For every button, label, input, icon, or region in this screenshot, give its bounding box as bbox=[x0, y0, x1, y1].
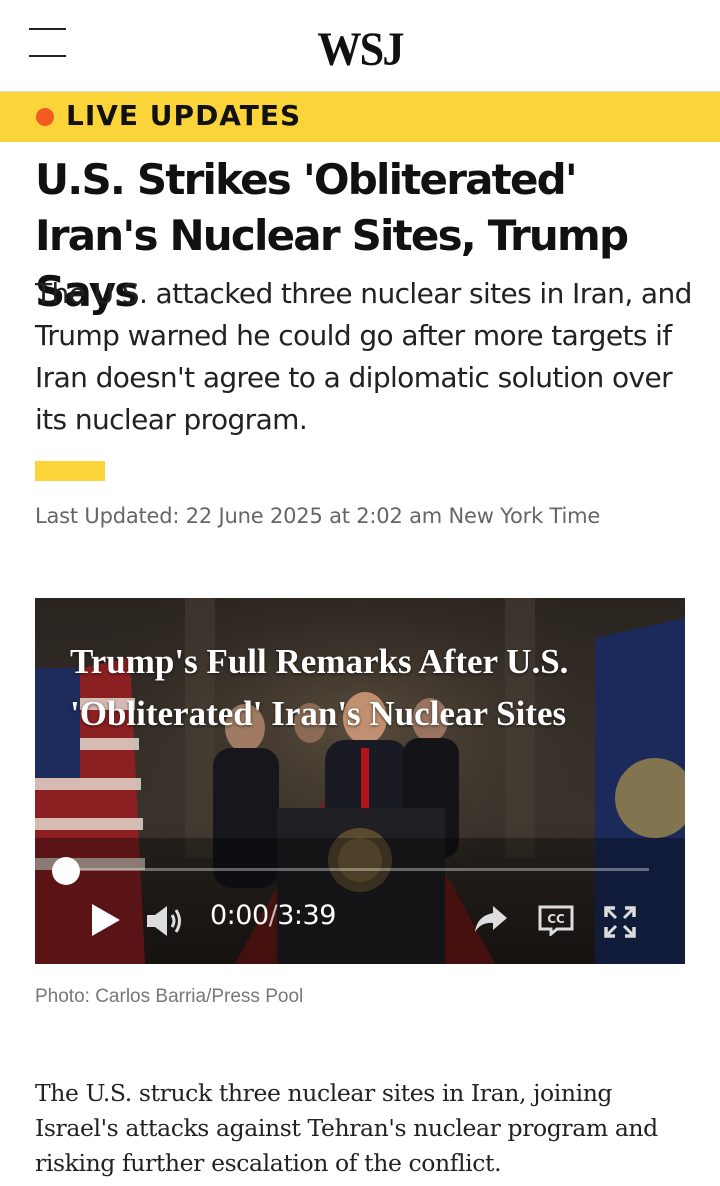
wsj-logo[interactable]: WSJ bbox=[29, 22, 691, 77]
accent-divider bbox=[35, 461, 105, 481]
video-duration: 3:39 bbox=[277, 900, 336, 931]
volume-icon[interactable] bbox=[145, 904, 185, 938]
live-updates-label: LIVE UPDATES bbox=[66, 99, 302, 132]
fullscreen-icon[interactable] bbox=[604, 906, 636, 938]
live-indicator-dot bbox=[36, 108, 54, 126]
play-icon[interactable] bbox=[89, 902, 123, 938]
video-time-display: 0:00/3:39 bbox=[210, 900, 336, 931]
video-title: Trump's Full Remarks After U.S. 'Obliter… bbox=[70, 642, 569, 733]
top-bar: WSJ bbox=[0, 0, 720, 92]
video-player[interactable]: Trump's Full Remarks After U.S. 'Obliter… bbox=[35, 598, 685, 964]
video-scrubber-handle[interactable] bbox=[52, 857, 80, 885]
photo-credit: Photo: Carlos Barria/Press Pool bbox=[35, 986, 304, 1007]
svg-text:CC: CC bbox=[547, 912, 565, 926]
video-progress-bar[interactable] bbox=[66, 868, 649, 871]
closed-captions-icon[interactable]: CC bbox=[537, 904, 575, 936]
article-body-paragraph: The U.S. struck three nuclear sites in I… bbox=[35, 1079, 658, 1177]
article-dek: The U.S. attacked three nuclear sites in… bbox=[35, 277, 692, 436]
last-updated-timestamp: Last Updated: 22 June 2025 at 2:02 am Ne… bbox=[35, 504, 601, 528]
share-icon[interactable] bbox=[473, 904, 509, 934]
video-current-time: 0:00 bbox=[210, 900, 269, 931]
time-separator: / bbox=[268, 900, 278, 931]
